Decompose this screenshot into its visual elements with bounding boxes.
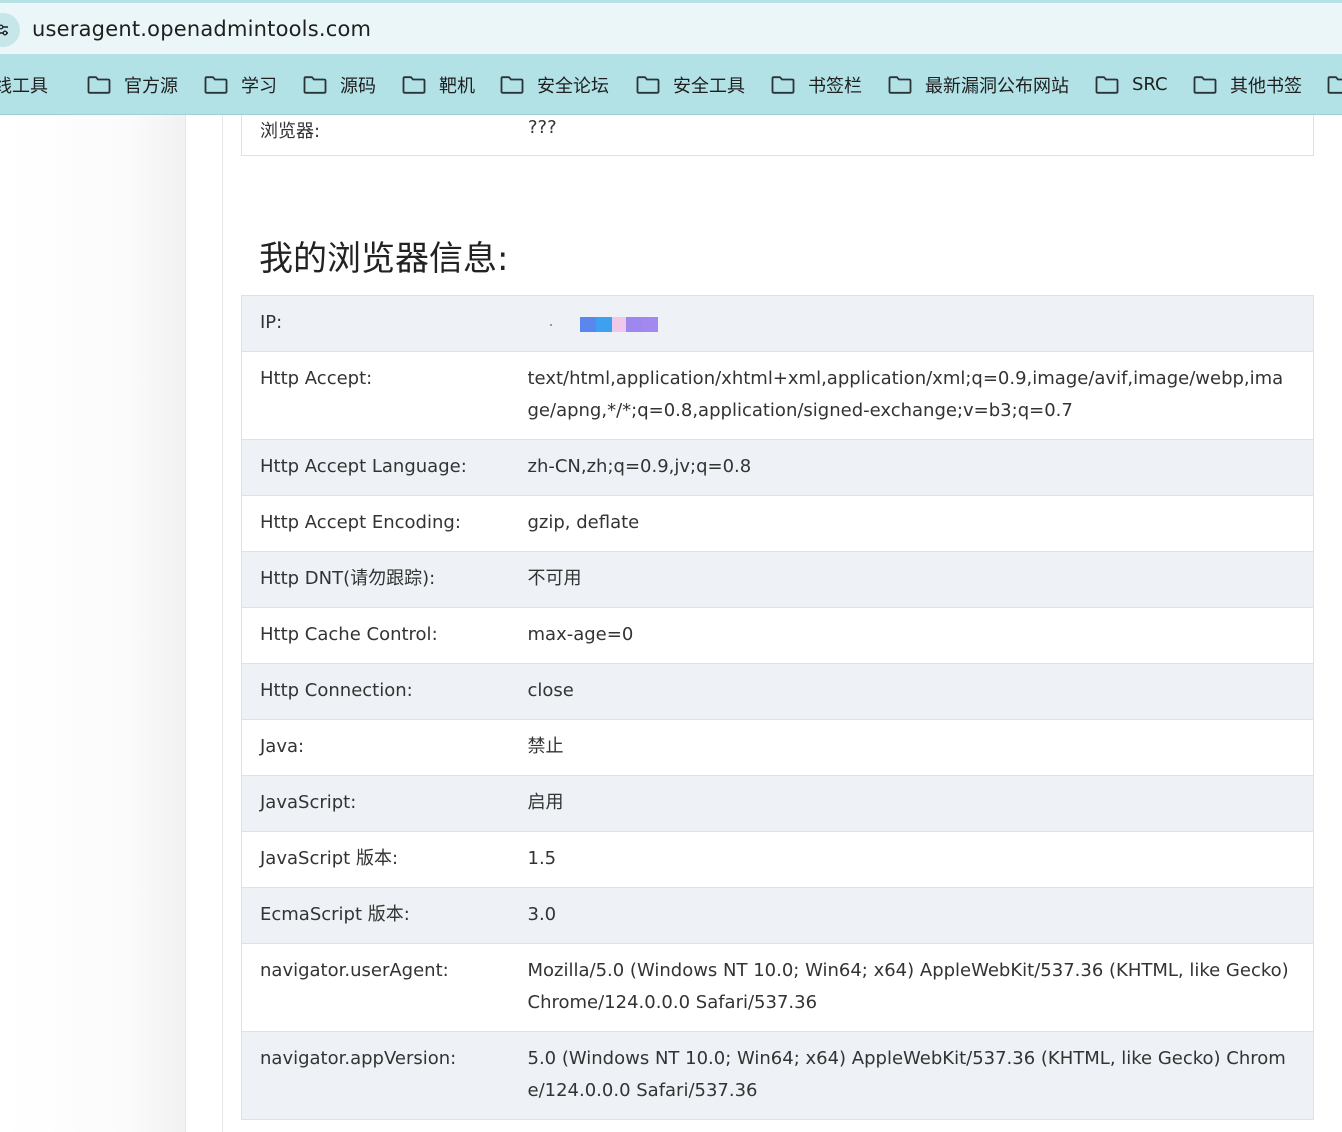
bookmark-folder[interactable]: 安全工具	[636, 54, 745, 115]
row-label: Http Accept Language:	[241, 439, 510, 496]
row-value: 1.5	[509, 831, 1314, 888]
row-label: JavaScript 版本:	[241, 831, 510, 888]
row-value: Mozilla/5.0 (Windows NT 10.0; Win64; x64…	[509, 943, 1314, 1032]
folder-icon	[500, 75, 524, 94]
folder-icon	[636, 75, 660, 94]
table-row: Java: 禁止	[241, 719, 1314, 776]
folder-icon	[303, 75, 327, 94]
bookmark-label: 源码	[340, 75, 376, 97]
table-row: JavaScript 版本: 1.5	[241, 831, 1314, 888]
url-text[interactable]: useragent.openadmintools.com	[32, 17, 371, 41]
bookmark-folder[interactable]: 其他书签	[1193, 54, 1302, 115]
row-label: Http Accept:	[241, 351, 510, 440]
browser-value: ???	[528, 117, 557, 138]
bookmark-folder[interactable]: 在线工具	[0, 54, 48, 115]
table-row: Http Accept Language: zh-CN,zh;q=0.9,jv;q…	[241, 439, 1314, 496]
bookmark-folder[interactable]: 学习	[204, 54, 277, 115]
bookmark-label: SRC	[1132, 74, 1168, 95]
table-row: Http Accept: text/html,application/xhtml+…	[241, 351, 1314, 440]
row-label: navigator.appVersion:	[241, 1031, 510, 1120]
left-sidebar	[0, 115, 186, 1132]
bookmark-folder[interactable]: 靶机	[402, 54, 475, 115]
browser-info-table: IP: Http Accept: text/html,application/xht…	[241, 295, 1314, 1120]
row-value: 5.0 (Windows NT 10.0; Win64; x64) AppleW…	[509, 1031, 1314, 1120]
folder-icon	[1193, 75, 1217, 94]
folder-icon	[1327, 75, 1342, 94]
bookmark-folder[interactable]: 最新漏洞公布网站	[888, 54, 1069, 115]
bookmarks-bar: 在线工具 官方源 学习 源码 靶机 安全论坛 安全工具 书签栏 最新漏洞公布网站 SRC 其他书签	[0, 54, 1342, 115]
table-row: JavaScript: 启用	[241, 775, 1314, 832]
browser-table-partial: 浏览器: ???	[241, 115, 1314, 156]
row-label: EcmaScript 版本:	[241, 887, 510, 944]
bookmark-label: 书签栏	[808, 75, 862, 97]
row-value: gzip, deflate	[509, 495, 1314, 552]
row-label: Http Connection:	[241, 663, 510, 720]
row-label: Http Accept Encoding:	[241, 495, 510, 552]
folder-icon	[888, 75, 912, 94]
page-title: 我的浏览器信息:	[259, 239, 509, 279]
bookmark-label: 学习	[241, 75, 277, 97]
row-label: IP:	[241, 295, 510, 352]
ip-value-redacted	[509, 295, 1314, 352]
bookmark-label: 最新漏洞公布网站	[925, 75, 1069, 97]
bookmark-folder[interactable]	[1327, 54, 1342, 115]
folder-icon	[204, 75, 228, 94]
table-row: Http DNT(请勿跟踪): 不可用	[241, 551, 1314, 608]
folder-icon	[87, 75, 111, 94]
folder-icon	[402, 75, 426, 94]
row-label: Java:	[241, 719, 510, 776]
row-value: 不可用	[509, 551, 1314, 608]
table-row: Http Cache Control: max-age=0	[241, 607, 1314, 664]
folder-icon	[771, 75, 795, 94]
table-row: IP:	[241, 295, 1314, 352]
row-label: navigator.userAgent:	[241, 943, 510, 1032]
row-value: text/html,application/xhtml+xml,applicat…	[509, 351, 1314, 440]
row-label: Http Cache Control:	[241, 607, 510, 664]
bookmark-label: 其他书签	[1230, 75, 1302, 97]
row-value: close	[509, 663, 1314, 720]
row-value: max-age=0	[509, 607, 1314, 664]
address-bar: useragent.openadmintools.com	[0, 0, 1342, 54]
row-value: 3.0	[509, 887, 1314, 944]
bookmark-label: 安全论坛	[537, 75, 609, 97]
row-value: zh-CN,zh;q=0.9,jv;q=0.8	[509, 439, 1314, 496]
bookmark-folder[interactable]: SRC	[1095, 54, 1168, 115]
row-value: 启用	[509, 775, 1314, 832]
redaction-block	[528, 308, 668, 332]
browser-label: 浏览器:	[260, 121, 321, 142]
bookmark-folder[interactable]: 安全论坛	[500, 54, 609, 115]
bookmark-folder[interactable]: 书签栏	[771, 54, 862, 115]
bookmark-folder[interactable]: 源码	[303, 54, 376, 115]
table-row: navigator.userAgent: Mozilla/5.0 (Windows…	[241, 943, 1314, 1032]
table-row: EcmaScript 版本: 3.0	[241, 887, 1314, 944]
bookmark-folder[interactable]: 官方源	[87, 54, 178, 115]
bookmark-label: 在线工具	[0, 75, 48, 97]
row-label: Http DNT(请勿跟踪):	[241, 551, 510, 608]
folder-icon	[1095, 75, 1119, 94]
bookmark-label: 安全工具	[673, 75, 745, 97]
row-label: JavaScript:	[241, 775, 510, 832]
table-row: Http Connection: close	[241, 663, 1314, 720]
row-value: 禁止	[509, 719, 1314, 776]
tune-icon[interactable]	[0, 13, 20, 47]
table-row: navigator.appVersion: 5.0 (Windows NT 10.…	[241, 1031, 1314, 1120]
page-content: 浏览器: ??? 我的浏览器信息: IP: Http Accept: text/ht…	[0, 115, 1342, 1132]
bookmark-label: 靶机	[439, 75, 475, 97]
bookmark-label: 官方源	[124, 75, 178, 97]
table-row: Http Accept Encoding: gzip, deflate	[241, 495, 1314, 552]
